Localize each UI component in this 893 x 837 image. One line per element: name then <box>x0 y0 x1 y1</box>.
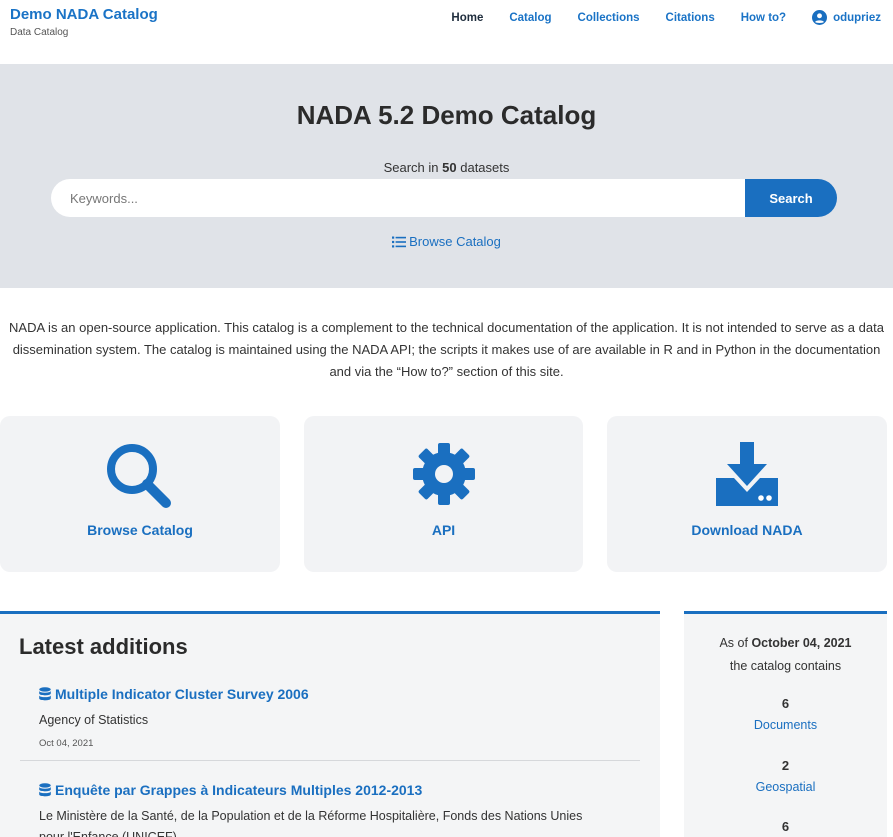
stat-count: 6 <box>781 696 790 711</box>
main-nav: Home Catalog Collections Citations How t… <box>425 10 881 25</box>
card-api[interactable]: API <box>304 416 583 572</box>
search-button[interactable]: Search <box>745 179 837 217</box>
stats-as-of-suffix: the catalog contains <box>729 659 842 673</box>
stats-as-of: As of October 04, 2021 the catalog conta… <box>684 632 887 678</box>
divider <box>20 760 640 761</box>
card-label: Browse Catalog <box>87 522 193 538</box>
dataset-count: Search in 50 datasets <box>0 160 893 175</box>
nav-user[interactable]: odupriez <box>812 10 881 25</box>
site-header: Demo NADA Catalog Data Catalog Home Cata… <box>0 0 893 64</box>
stat-documents: 6 Documents <box>684 696 887 732</box>
study-date: Oct 04, 2021 <box>39 738 94 749</box>
card-browse-catalog[interactable]: Browse Catalog <box>0 416 280 572</box>
brand[interactable]: Demo NADA Catalog Data Catalog <box>10 6 158 38</box>
study-title-link[interactable]: Enquête par Grappes à Indicateurs Multip… <box>39 782 609 798</box>
nav-catalog[interactable]: Catalog <box>509 12 551 24</box>
search-icon <box>107 444 171 508</box>
intro-text: NADA is an open-source application. This… <box>9 320 884 379</box>
dataset-count-value: 50 <box>442 160 457 175</box>
catalog-stats: As of October 04, 2021 the catalog conta… <box>684 611 887 837</box>
browse-catalog-label: Browse Catalog <box>409 234 501 249</box>
dataset-count-suffix: datasets <box>460 160 510 175</box>
study-title: Multiple Indicator Cluster Survey 2006 <box>55 686 309 702</box>
list-item: Enquête par Grappes à Indicateurs Multip… <box>39 782 609 837</box>
gear-icon <box>412 443 475 505</box>
hero-title: NADA 5.2 Demo Catalog <box>296 100 597 130</box>
stat-count: 6 <box>781 819 790 834</box>
site-title[interactable]: Demo NADA Catalog <box>10 6 158 23</box>
search-bar: Search <box>51 179 837 217</box>
hero-section: NADA 5.2 Demo Catalog Search in 50 datas… <box>0 64 893 288</box>
database-icon <box>39 783 51 797</box>
card-label: Download NADA <box>691 522 803 538</box>
user-name: odupriez <box>833 11 881 24</box>
stats-as-of-prefix: As of <box>719 636 748 650</box>
browse-catalog-link[interactable]: Browse Catalog <box>0 234 893 251</box>
dataset-count-prefix: Search in <box>383 160 439 175</box>
nav-collections[interactable]: Collections <box>578 12 640 24</box>
study-agency: Agency of Statistics <box>39 713 149 727</box>
database-icon <box>39 687 51 701</box>
list-icon <box>392 236 407 247</box>
stats-as-of-date: October 04, 2021 <box>751 636 852 650</box>
nav-home[interactable]: Home <box>451 12 483 24</box>
site-subtitle: Data Catalog <box>10 27 69 38</box>
latest-heading: Latest additions <box>19 634 188 659</box>
stat-count: 2 <box>781 758 790 773</box>
nav-citations[interactable]: Citations <box>666 12 715 24</box>
study-title: Enquête par Grappes à Indicateurs Multip… <box>55 782 423 798</box>
list-item: Multiple Indicator Cluster Survey 2006 A… <box>39 686 609 749</box>
stat-link[interactable]: Geospatial <box>684 780 887 794</box>
card-download-nada[interactable]: Download NADA <box>607 416 887 572</box>
stat-third: 6 <box>684 819 887 834</box>
stat-link[interactable]: Documents <box>684 718 887 732</box>
download-icon <box>716 442 778 506</box>
user-circle-icon <box>812 10 828 25</box>
latest-additions: Latest additions Multiple Indicator Clus… <box>0 611 660 837</box>
stat-geospatial: 2 Geospatial <box>684 758 887 794</box>
search-input[interactable] <box>51 179 751 217</box>
study-agency: Le Ministère de la Santé, de la Populati… <box>39 809 583 837</box>
card-label: API <box>431 522 456 538</box>
nav-howto[interactable]: How to? <box>741 12 786 24</box>
study-title-link[interactable]: Multiple Indicator Cluster Survey 2006 <box>39 686 609 702</box>
